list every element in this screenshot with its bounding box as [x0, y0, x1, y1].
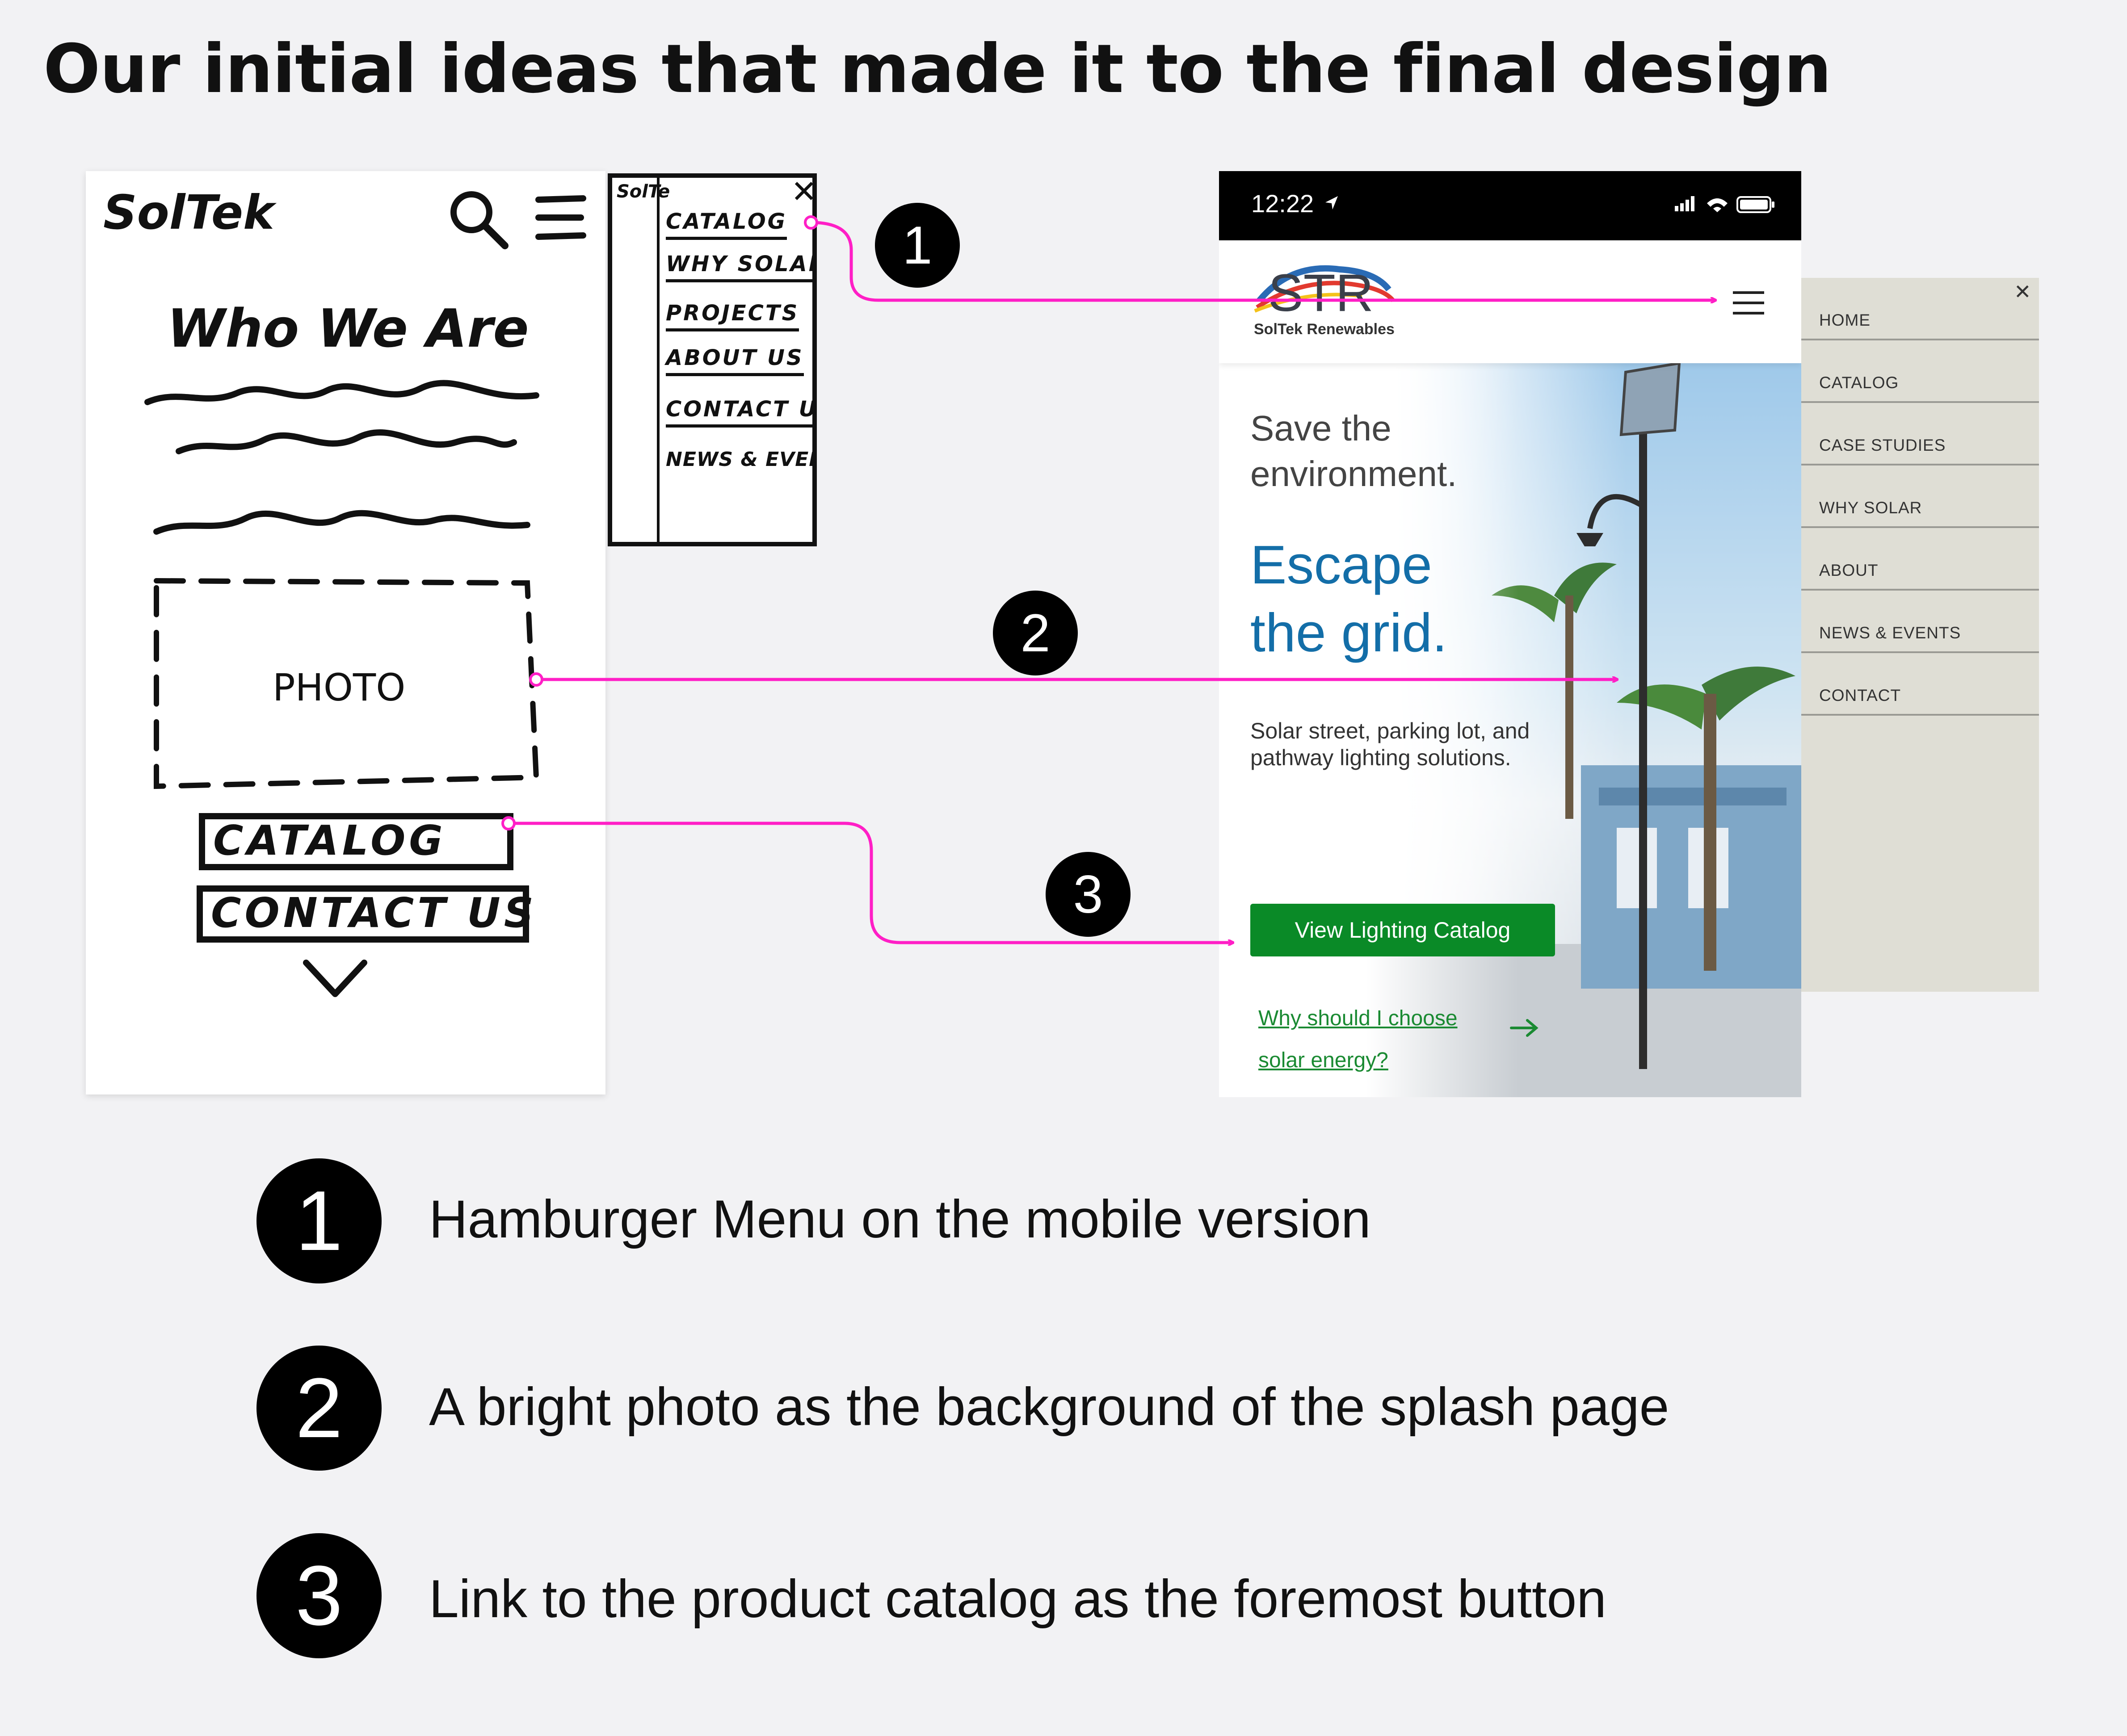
hero-headline-line: the grid. — [1250, 602, 1447, 663]
sketch-menu-brand: SolTe — [617, 181, 670, 202]
sketch-menu-divider — [657, 178, 660, 542]
menu-item-label: HOME — [1819, 311, 1871, 329]
sketch-text-squiggles — [144, 380, 539, 535]
menu-item-label: CATALOG — [1819, 373, 1899, 392]
menu-item-case-studies[interactable]: CASE STUDIES — [1801, 403, 2039, 465]
menu-item-contact[interactable]: CONTACT — [1801, 653, 2039, 716]
why-solar-link[interactable]: Why should I choose solar energy? — [1258, 998, 1491, 1082]
sketch-menu-item: CONTACT US — [666, 397, 812, 428]
legend-badge-1: 1 — [256, 1158, 382, 1283]
hero-tagline: Save the environment. — [1250, 406, 1457, 497]
page-title: Our initial ideas that made it to the fi… — [43, 30, 1832, 108]
sketch-photo-label: PHOTO — [273, 666, 406, 709]
legend-text-1: Hamburger Menu on the mobile version — [429, 1189, 1371, 1249]
hero-tagline-line: Save the — [1250, 408, 1391, 448]
mobile-side-menu: ✕ HOME CATALOG CASE STUDIES WHY SOLAR AB… — [1801, 278, 2039, 992]
legend-text-3: Link to the product catalog as the forem… — [429, 1569, 1606, 1629]
hero-tagline-line: environment. — [1250, 454, 1457, 494]
sketch-logo: SolTek — [103, 185, 274, 240]
menu-item-home[interactable]: HOME — [1801, 278, 2039, 340]
sketch-hamburger-icon — [535, 195, 586, 240]
menu-item-why-solar[interactable]: WHY SOLAR — [1801, 465, 2039, 528]
sketch-menu-item: PROJECTS — [666, 301, 799, 331]
mobile-screenshot: 12:22 STR SolTek Renewables Save the env… — [1219, 171, 1801, 1097]
sketch-menu-item: NEWS & EVENTS — [666, 448, 812, 471]
sketch-menu-item: WHY SOLAR — [666, 252, 812, 282]
signal-wifi-battery-icons — [1675, 196, 1774, 213]
sketch-menu: SolTe ✕ CATALOG WHY SOLAR PROJECTS ABOUT… — [608, 173, 817, 546]
sketch-heading: Who We Are — [167, 298, 529, 359]
status-bar: 12:22 — [1219, 171, 1801, 240]
status-time: 12:22 — [1251, 189, 1314, 218]
menu-item-label: WHY SOLAR — [1819, 499, 1922, 517]
brand-name: SolTek Renewables — [1254, 321, 1395, 338]
view-catalog-button[interactable]: View Lighting Catalog — [1250, 904, 1555, 956]
sketch-catalog-button: CATALOG — [199, 813, 513, 870]
menu-item-about[interactable]: ABOUT — [1801, 528, 2039, 591]
menu-item-catalog[interactable]: CATALOG — [1801, 340, 2039, 403]
arrow-right-icon[interactable] — [1509, 1017, 1541, 1039]
hero-description: Solar street, parking lot, and pathway l… — [1250, 718, 1530, 770]
legend-text-2: A bright photo as the background of the … — [429, 1377, 1669, 1437]
location-arrow-icon — [1325, 196, 1338, 210]
menu-item-label: CASE STUDIES — [1819, 436, 1946, 454]
sketch-menu-item: CATALOG — [666, 209, 787, 240]
hero-headline: Escape the grid. — [1250, 531, 1447, 667]
callout-badge-2: 2 — [993, 591, 1078, 675]
svg-text:STR: STR — [1268, 264, 1374, 321]
sketch-contact-button: CONTACT US — [197, 885, 534, 943]
callout-badge-3: 3 — [1046, 852, 1131, 937]
menu-item-label: NEWS & EVENTS — [1819, 624, 1961, 642]
hero-section: Save the environment. Escape the grid. S… — [1219, 363, 1801, 1097]
menu-item-label: ABOUT — [1819, 561, 1879, 579]
menu-item-label: CONTACT — [1819, 686, 1901, 704]
sketch-close-icon: ✕ — [791, 173, 817, 210]
sketch-chevron-down-icon — [303, 960, 367, 997]
str-logo: STR — [1254, 264, 1395, 321]
site-header: STR SolTek Renewables — [1219, 240, 1801, 363]
sketch-menu-item: ABOUT US — [666, 345, 804, 376]
hamburger-menu-icon[interactable] — [1733, 290, 1764, 315]
legend-badge-3: 3 — [256, 1533, 382, 1658]
legend-badge-2: 2 — [256, 1346, 382, 1471]
callout-badge-1: 1 — [875, 203, 960, 288]
hero-headline-line: Escape — [1250, 534, 1432, 595]
sketch-search-icon — [450, 191, 509, 249]
menu-item-news-events[interactable]: NEWS & EVENTS — [1801, 591, 2039, 653]
